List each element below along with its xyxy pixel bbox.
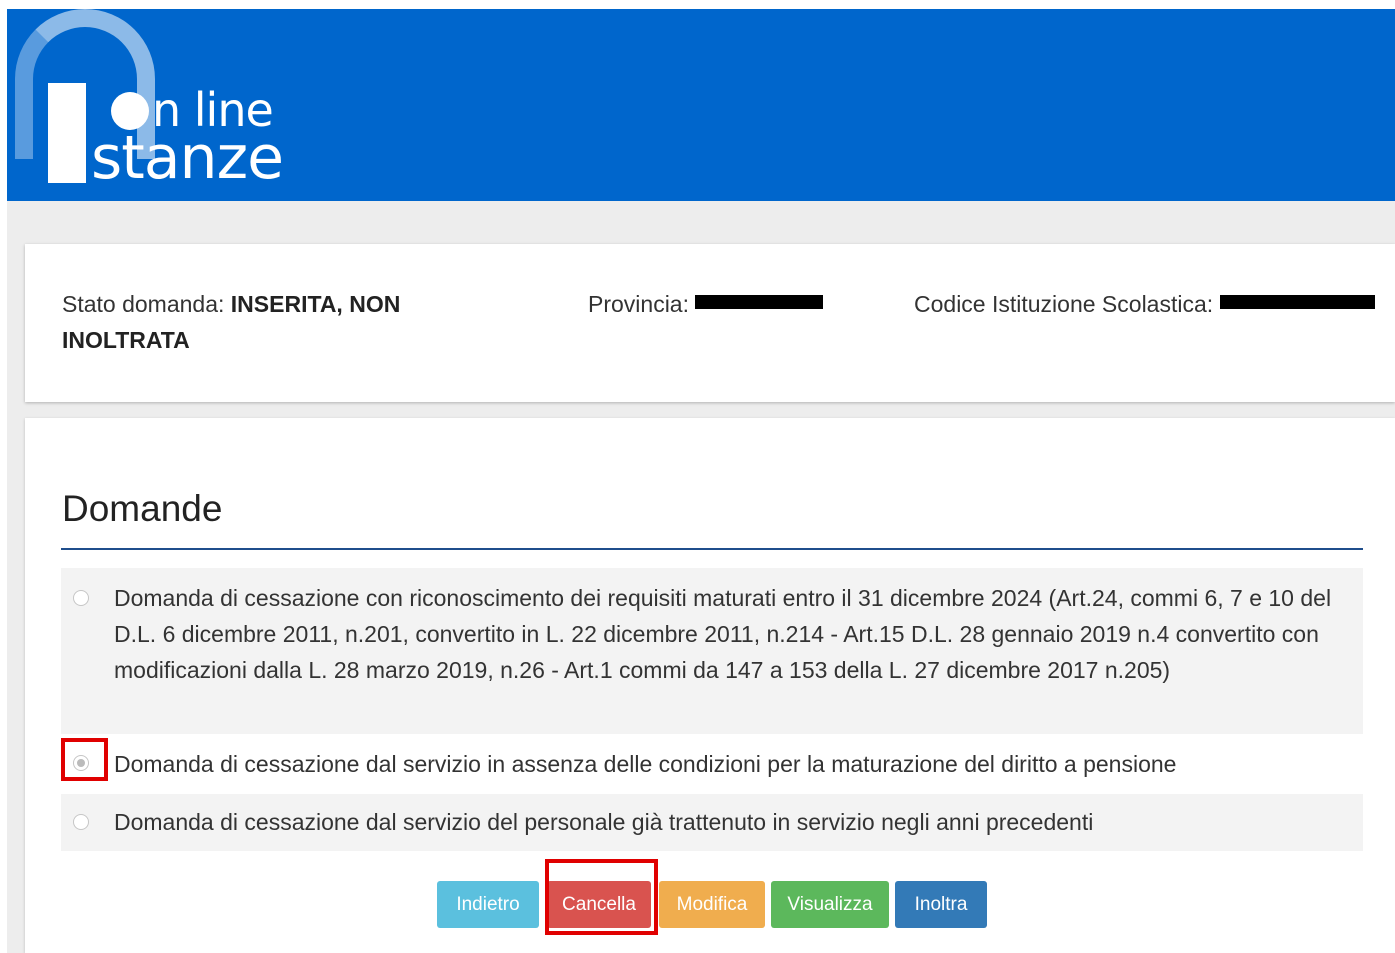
domande-card: Domande Domanda di cessazione con ricono… bbox=[25, 418, 1395, 953]
istanze-online-logo[interactable]: n line stanze bbox=[7, 9, 307, 201]
domanda-option-label: Domanda di cessazione dal servizio del p… bbox=[114, 809, 1094, 835]
section-title: Domande bbox=[62, 488, 223, 529]
domanda-option-1[interactable]: Domanda di cessazione con riconoscimento… bbox=[61, 568, 1363, 734]
domanda-option-label: Domanda di cessazione con riconoscimento… bbox=[114, 585, 1332, 683]
logo-text-istanze: stanze bbox=[91, 123, 284, 193]
domanda-option-label: Domanda di cessazione dal servizio in as… bbox=[114, 751, 1177, 777]
codice-istituzione-redacted-value bbox=[1219, 294, 1375, 309]
logo-i-bar bbox=[48, 83, 86, 183]
app-header: n line stanze bbox=[7, 9, 1395, 201]
domanda-option-2[interactable]: Domanda di cessazione dal servizio in as… bbox=[61, 734, 1363, 794]
status-card: Stato domanda: INSERITA, NON INOLTRATA P… bbox=[25, 244, 1395, 402]
indietro-button[interactable]: Indietro bbox=[437, 881, 539, 928]
section-divider bbox=[61, 548, 1363, 550]
radio-button[interactable] bbox=[73, 590, 89, 606]
visualizza-button[interactable]: Visualizza bbox=[771, 881, 889, 928]
provincia-redacted-value bbox=[695, 294, 824, 309]
cancella-highlight-box bbox=[545, 859, 658, 935]
codice-istituzione-label: Codice Istituzione Scolastica: bbox=[914, 291, 1220, 317]
inoltra-button[interactable]: Inoltra bbox=[895, 881, 987, 928]
domanda-option-3[interactable]: Domanda di cessazione dal servizio del p… bbox=[61, 794, 1363, 851]
radio-button[interactable] bbox=[73, 814, 89, 830]
page: n line stanze Stato domanda: INSERITA, N… bbox=[7, 9, 1395, 953]
stato-domanda-label: Stato domanda: bbox=[62, 291, 231, 317]
provincia-label: Provincia: bbox=[588, 291, 696, 317]
radio-highlight-box bbox=[61, 738, 108, 781]
modifica-button[interactable]: Modifica bbox=[659, 881, 765, 928]
provincia: Provincia: bbox=[588, 286, 824, 322]
stato-domanda: Stato domanda: INSERITA, NON INOLTRATA bbox=[62, 286, 442, 358]
codice-istituzione: Codice Istituzione Scolastica: bbox=[914, 286, 1375, 322]
